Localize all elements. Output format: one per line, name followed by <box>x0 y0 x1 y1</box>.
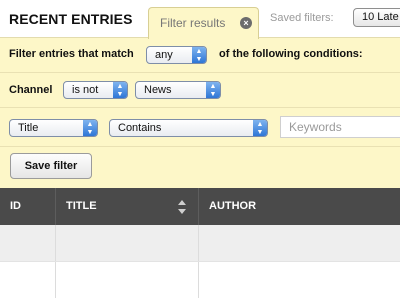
top-bar: RECENT ENTRIES Filter results × Saved fi… <box>0 0 400 39</box>
channel-value: News <box>144 84 172 96</box>
table-row[interactable] <box>0 225 400 261</box>
divider <box>0 72 400 73</box>
keywords-input[interactable]: Keywords <box>280 116 400 138</box>
updown-arrows-icon: ▲ ▼ <box>83 120 97 136</box>
saved-filters-label: Saved filters: <box>270 12 334 24</box>
divider <box>0 107 400 108</box>
tab-label: Filter results <box>160 16 226 30</box>
updown-arrows-icon: ▲ ▼ <box>113 82 127 98</box>
condition-value: Contains <box>118 122 162 134</box>
column-header-id[interactable]: ID <box>0 188 55 225</box>
condition-select[interactable]: Contains ▲ ▼ <box>109 119 268 137</box>
updown-arrows-icon: ▲ ▼ <box>192 47 206 63</box>
match-select-value: any <box>155 49 173 61</box>
divider <box>0 146 400 147</box>
page-title: RECENT ENTRIES <box>9 11 133 27</box>
save-filter-button[interactable]: Save filter <box>10 153 92 179</box>
table-header: ID TITLE AUTHOR <box>0 188 400 225</box>
cell-divider <box>55 262 56 298</box>
channel-operator-value: is not <box>72 84 99 96</box>
filter-intro-label: Filter entries that match <box>9 48 134 60</box>
cell-divider <box>55 225 56 261</box>
channel-value-select[interactable]: News ▲ ▼ <box>135 81 221 99</box>
channel-label: Channel <box>9 84 53 96</box>
saved-filters-select[interactable]: 10 Late <box>353 8 400 27</box>
cell-divider <box>198 225 199 261</box>
column-header-author[interactable]: AUTHOR <box>199 188 400 225</box>
updown-arrows-icon: ▲ ▼ <box>206 82 220 98</box>
match-select[interactable]: any ▲ ▼ <box>146 46 207 64</box>
updown-arrows-icon: ▲ ▼ <box>253 120 267 136</box>
channel-operator-select[interactable]: is not ▲ ▼ <box>63 81 128 99</box>
cell-divider <box>198 262 199 298</box>
table-row[interactable] <box>0 261 400 298</box>
sort-icon[interactable] <box>176 199 188 215</box>
field-select[interactable]: Title ▲ ▼ <box>9 119 98 137</box>
conditions-label: of the following conditions: <box>219 48 363 60</box>
field-value: Title <box>18 122 39 134</box>
close-icon[interactable]: × <box>240 17 252 29</box>
tab-filter-results[interactable]: Filter results × <box>148 7 259 39</box>
